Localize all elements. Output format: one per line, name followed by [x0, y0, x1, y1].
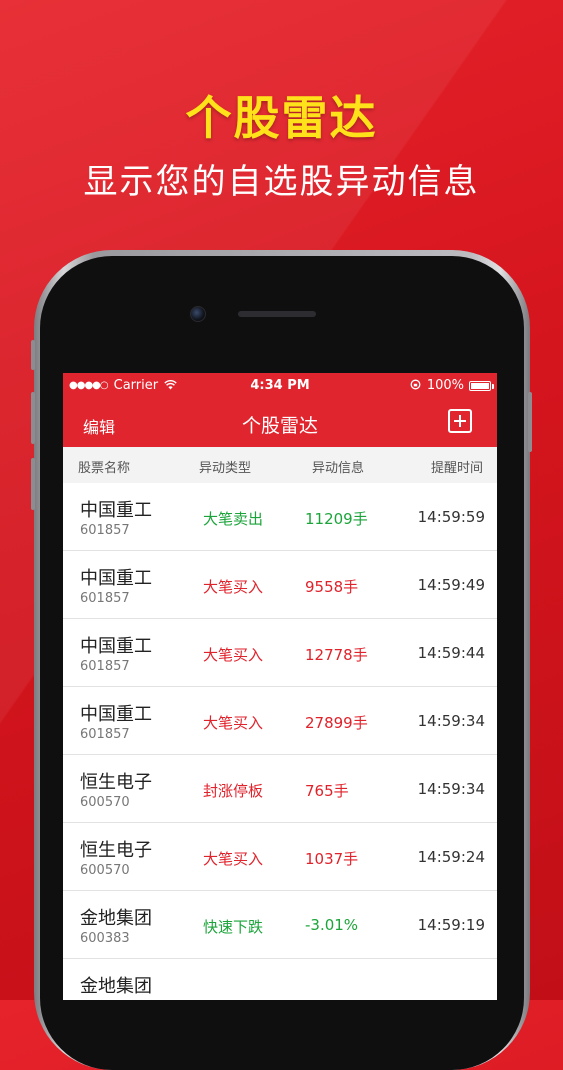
stock-code: 601857	[80, 523, 130, 538]
navigation-bar: 编辑 个股雷达	[63, 399, 497, 447]
alert-info: 12778手	[305, 646, 368, 664]
stock-code: 600383	[80, 931, 130, 946]
battery-percent: 100%	[426, 378, 464, 393]
column-header-name: 股票名称	[78, 461, 131, 476]
stock-name: 恒生电子	[80, 840, 152, 861]
promo-headline: 个股雷达	[185, 91, 378, 145]
alert-time: 14:59:59	[417, 508, 485, 526]
table-row[interactable]: 中国重工 601857 大笔买入 12778手 14:59:44	[63, 619, 497, 687]
phone-volume-up	[31, 392, 35, 444]
alert-info: 11209手	[305, 510, 368, 528]
stock-name: 中国重工	[80, 704, 152, 725]
alert-type: 大笔买入	[203, 714, 264, 732]
table-row[interactable]: 中国重工 601857 大笔卖出 11209手 14:59:59	[63, 483, 497, 551]
stock-name: 中国重工	[80, 636, 152, 657]
stock-code: 601857	[80, 591, 130, 606]
stock-code: 600570	[80, 863, 130, 878]
table-row[interactable]: 恒生电子 600570 大笔买入 1037手 14:59:24	[63, 823, 497, 891]
phone-power-button	[528, 392, 532, 452]
stock-name: 中国重工	[80, 568, 152, 589]
alert-info: 27899手	[305, 714, 368, 732]
alert-type: 大笔买入	[203, 850, 264, 868]
alert-info: 1037手	[305, 850, 359, 868]
column-header-time: 提醒时间	[430, 461, 483, 476]
alert-info: 765手	[305, 782, 349, 800]
status-bar: ●●●●○ Carrier 4:34 PM 100%	[63, 373, 497, 399]
table-row[interactable]: 中国重工 601857 大笔买入 9558手 14:59:49	[63, 551, 497, 619]
table-row[interactable]: 恒生电子 600570 封涨停板 765手 14:59:34	[63, 755, 497, 823]
stock-code: 601857	[80, 727, 130, 742]
earpiece-speaker	[238, 311, 316, 317]
alert-time: 14:59:44	[417, 644, 485, 662]
phone-mute-switch	[31, 340, 35, 370]
column-header-info: 异动信息	[312, 461, 365, 476]
alert-info: -3.01%	[305, 916, 359, 934]
front-camera-icon	[190, 306, 206, 322]
status-right: 100%	[410, 378, 494, 393]
stock-name: 中国重工	[80, 500, 152, 521]
alert-time: 14:59:24	[417, 848, 485, 866]
column-header-type: 异动类型	[199, 461, 252, 476]
stock-name: 恒生电子	[80, 772, 152, 793]
table-row[interactable]: 中国重工 601857 大笔买入 27899手 14:59:34	[63, 687, 497, 755]
alert-type: 封涨停板	[203, 782, 264, 800]
nav-title: 个股雷达	[241, 415, 318, 437]
promo-subline: 显示您的自选股异动信息	[83, 162, 480, 202]
stock-code: 601857	[80, 659, 130, 674]
alert-time: 14:59:34	[417, 712, 485, 730]
stock-code: 600570	[80, 795, 130, 810]
alert-time: 14:59:34	[417, 780, 485, 798]
stock-name: 金地集团	[80, 976, 152, 997]
phone-volume-down	[31, 458, 35, 510]
alert-info: 9558手	[305, 578, 359, 596]
alert-time: 14:59:49	[417, 576, 485, 594]
rotation-lock-icon	[410, 379, 421, 393]
alert-list: 中国重工 601857 大笔卖出 11209手 14:59:59 中国重工 601857 大笔…	[63, 483, 497, 1000]
alert-type: 快速下跌	[203, 918, 264, 936]
table-header: 股票名称 异动类型 异动信息 提醒时间	[63, 447, 497, 483]
alert-time: 14:59:19	[417, 916, 485, 934]
add-stock-icon[interactable]	[448, 409, 472, 433]
battery-icon	[469, 380, 494, 391]
table-row[interactable]: 金地集团 600383 快速下跌 -3.01% 14:59:19	[63, 891, 497, 959]
table-row[interactable]: 金地集团	[63, 959, 497, 1000]
stock-name: 金地集团	[80, 908, 152, 929]
app-screen: ●●●●○ Carrier 4:34 PM 100% 编辑 个股雷达 股票名称 …	[63, 373, 497, 1000]
alert-type: 大笔买入	[203, 646, 264, 664]
alert-type: 大笔卖出	[203, 510, 264, 528]
alert-type: 大笔买入	[203, 578, 264, 596]
